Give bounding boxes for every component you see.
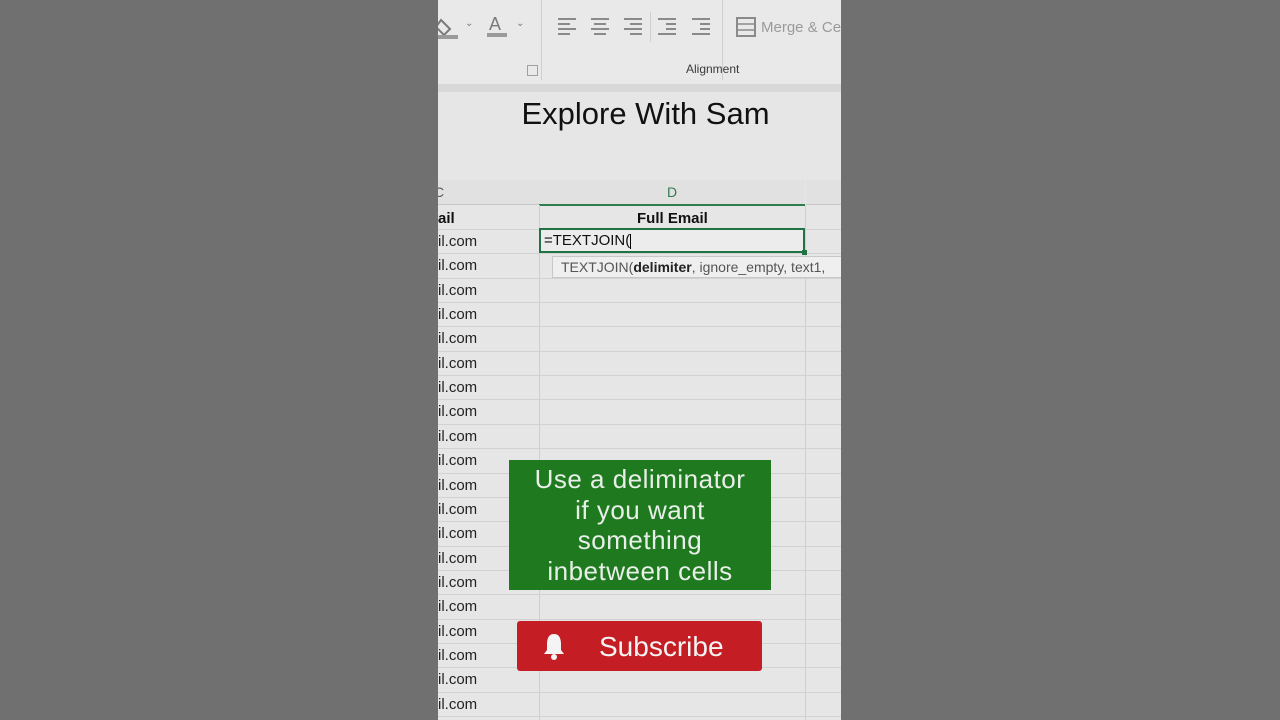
callout-line: if you want (575, 494, 705, 525)
c-cell[interactable]: il.com (438, 696, 477, 713)
c-cell[interactable]: il.com (438, 550, 477, 567)
column-header-d[interactable]: D (539, 180, 805, 206)
subscribe-label: Subscribe (599, 631, 724, 662)
c-cell[interactable]: il.com (438, 428, 477, 445)
c-cell[interactable]: il.com (438, 671, 477, 688)
excel-ribbon: ⌄ A ⌄ Merge & Ce Alignment (438, 0, 841, 85)
row-gridline (438, 691, 841, 693)
callout-line: something (577, 525, 703, 555)
c-cell[interactable]: il.com (438, 452, 477, 469)
align-center-icon[interactable] (591, 18, 611, 36)
row-gridline (438, 716, 841, 717)
row-gridline (438, 399, 841, 401)
left-letterbox (0, 0, 438, 720)
c-cell[interactable]: il.com (438, 574, 477, 591)
right-letterbox (841, 0, 1280, 720)
d-header-cell[interactable]: Full Email (637, 210, 708, 227)
alignment-group-label: Alignment (686, 62, 740, 76)
font-color-icon[interactable]: A (486, 14, 508, 43)
c-header-cell[interactable]: ail (438, 210, 455, 227)
c-cell[interactable]: il.com (438, 623, 477, 640)
row-gridline (438, 253, 841, 255)
subscribe-button[interactable]: Subscribe (517, 621, 762, 671)
c-cell[interactable]: il.com (438, 330, 477, 347)
bell-icon (539, 631, 569, 661)
svg-text:A: A (489, 14, 501, 34)
column-d-letter: D (666, 184, 678, 200)
row-gridline (438, 375, 841, 377)
ribbon-separator (650, 12, 651, 42)
merge-cells-icon[interactable] (736, 17, 756, 42)
fill-handle[interactable] (802, 250, 807, 255)
align-left-icon[interactable] (558, 18, 578, 36)
video-title: Explore With Sam (521, 96, 770, 131)
c-cell[interactable]: il.com (438, 257, 477, 274)
video-frame: ⌄ A ⌄ Merge & Ce Alignment Explore With (438, 0, 841, 720)
chevron-down-icon[interactable]: ⌄ (516, 18, 524, 29)
active-cell-d2[interactable]: =TEXTJOIN( (539, 228, 805, 253)
ribbon-separator (541, 0, 542, 80)
row-gridline (438, 618, 841, 620)
row-gridline (438, 423, 841, 425)
c-cell[interactable]: il.com (438, 282, 477, 299)
ribbon-shadow (438, 84, 841, 92)
column-header-c[interactable]: C (438, 180, 539, 205)
c-cell[interactable]: il.com (438, 477, 477, 494)
tooltip-args: , ignore_empty, text1, (691, 259, 826, 275)
row-gridline (438, 302, 841, 304)
row-gridline (438, 350, 841, 352)
c-cell[interactable]: il.com (438, 379, 477, 396)
decrease-indent-icon[interactable] (658, 18, 678, 36)
callout-line: inbetween cells (547, 555, 733, 586)
c-cell[interactable]: il.com (438, 525, 477, 542)
dialog-launcher-icon[interactable] (527, 65, 538, 76)
c-cell[interactable]: il.com (438, 355, 477, 372)
chevron-down-icon[interactable]: ⌄ (465, 18, 473, 29)
row-gridline (438, 594, 841, 596)
callout-line: Use a deliminator (534, 464, 746, 494)
tooltip-function: TEXTJOIN( (561, 259, 634, 275)
formula-text: =TEXTJOIN( (544, 232, 631, 249)
c-cell[interactable]: il.com (438, 647, 477, 664)
align-right-icon[interactable] (624, 18, 644, 36)
c-cell[interactable]: il.com (438, 598, 477, 615)
row-gridline (438, 448, 841, 450)
c-cell[interactable]: il.com (438, 501, 477, 518)
column-c-letter: C (438, 184, 445, 200)
merge-center-label[interactable]: Merge & Ce (761, 19, 841, 36)
tip-callout: Use a deliminator if you want something … (509, 460, 771, 590)
tooltip-active-arg[interactable]: delimiter (633, 259, 691, 275)
c-cell[interactable]: il.com (438, 306, 477, 323)
column-header-e[interactable] (806, 180, 841, 205)
c-cell[interactable]: il.com (438, 403, 477, 420)
increase-indent-icon[interactable] (692, 18, 712, 36)
c-cell[interactable]: il.com (438, 233, 477, 250)
function-tooltip[interactable]: TEXTJOIN(delimiter, ignore_empty, text1, (552, 256, 841, 278)
row-gridline (438, 326, 841, 328)
fill-color-icon[interactable] (438, 16, 460, 45)
